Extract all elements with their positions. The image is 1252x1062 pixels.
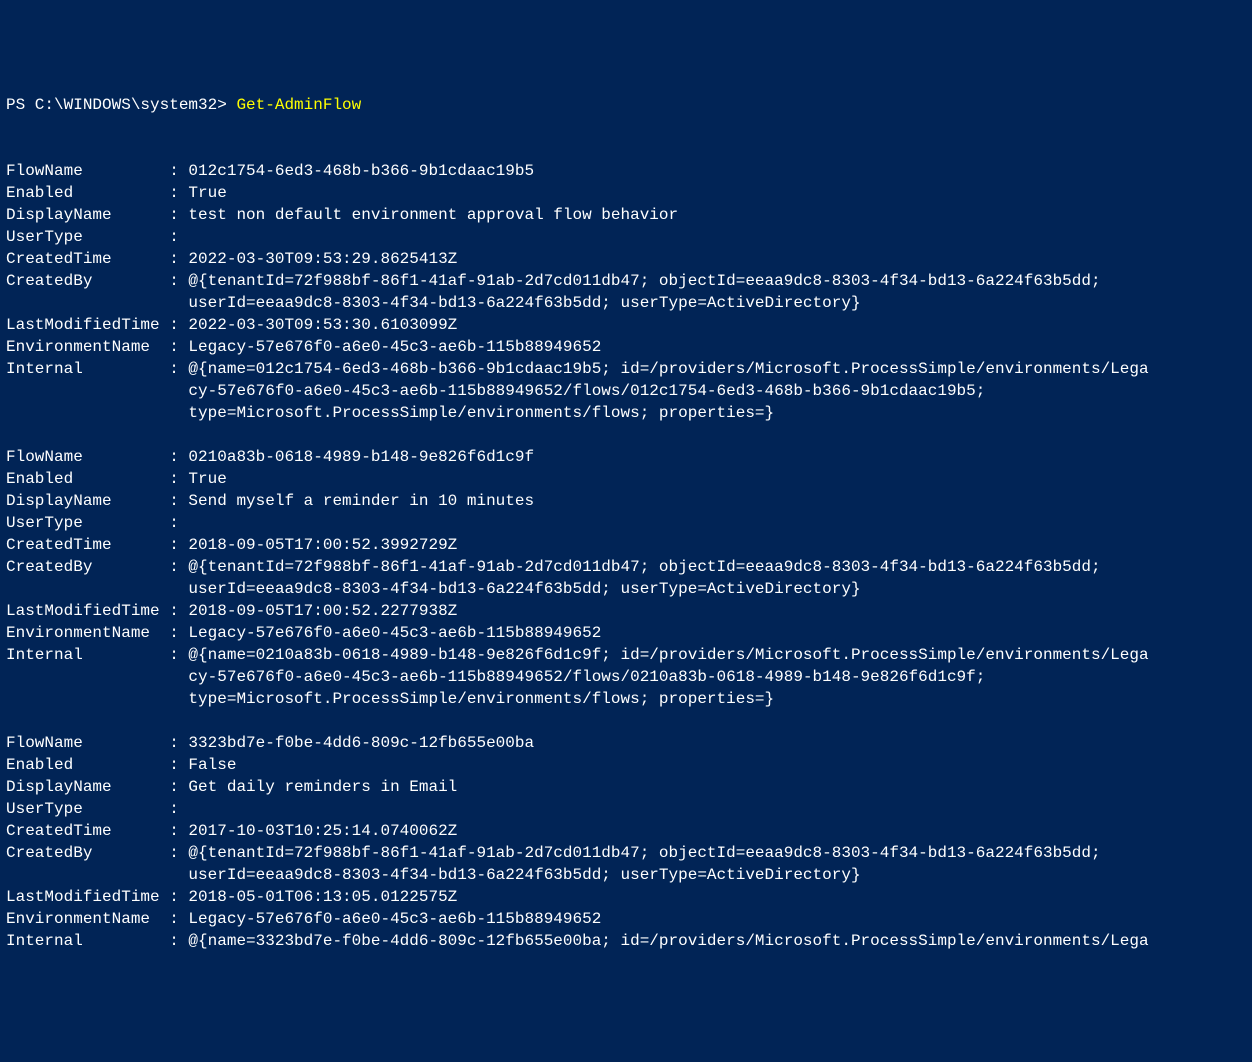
- command-text: Get-AdminFlow: [236, 96, 361, 114]
- prompt-prefix: PS C:\WINDOWS\system32>: [6, 96, 236, 114]
- command-output: FlowName : 012c1754-6ed3-468b-b366-9b1cd…: [6, 162, 1149, 950]
- terminal-output[interactable]: PS C:\WINDOWS\system32> Get-AdminFlow Fl…: [6, 94, 1252, 952]
